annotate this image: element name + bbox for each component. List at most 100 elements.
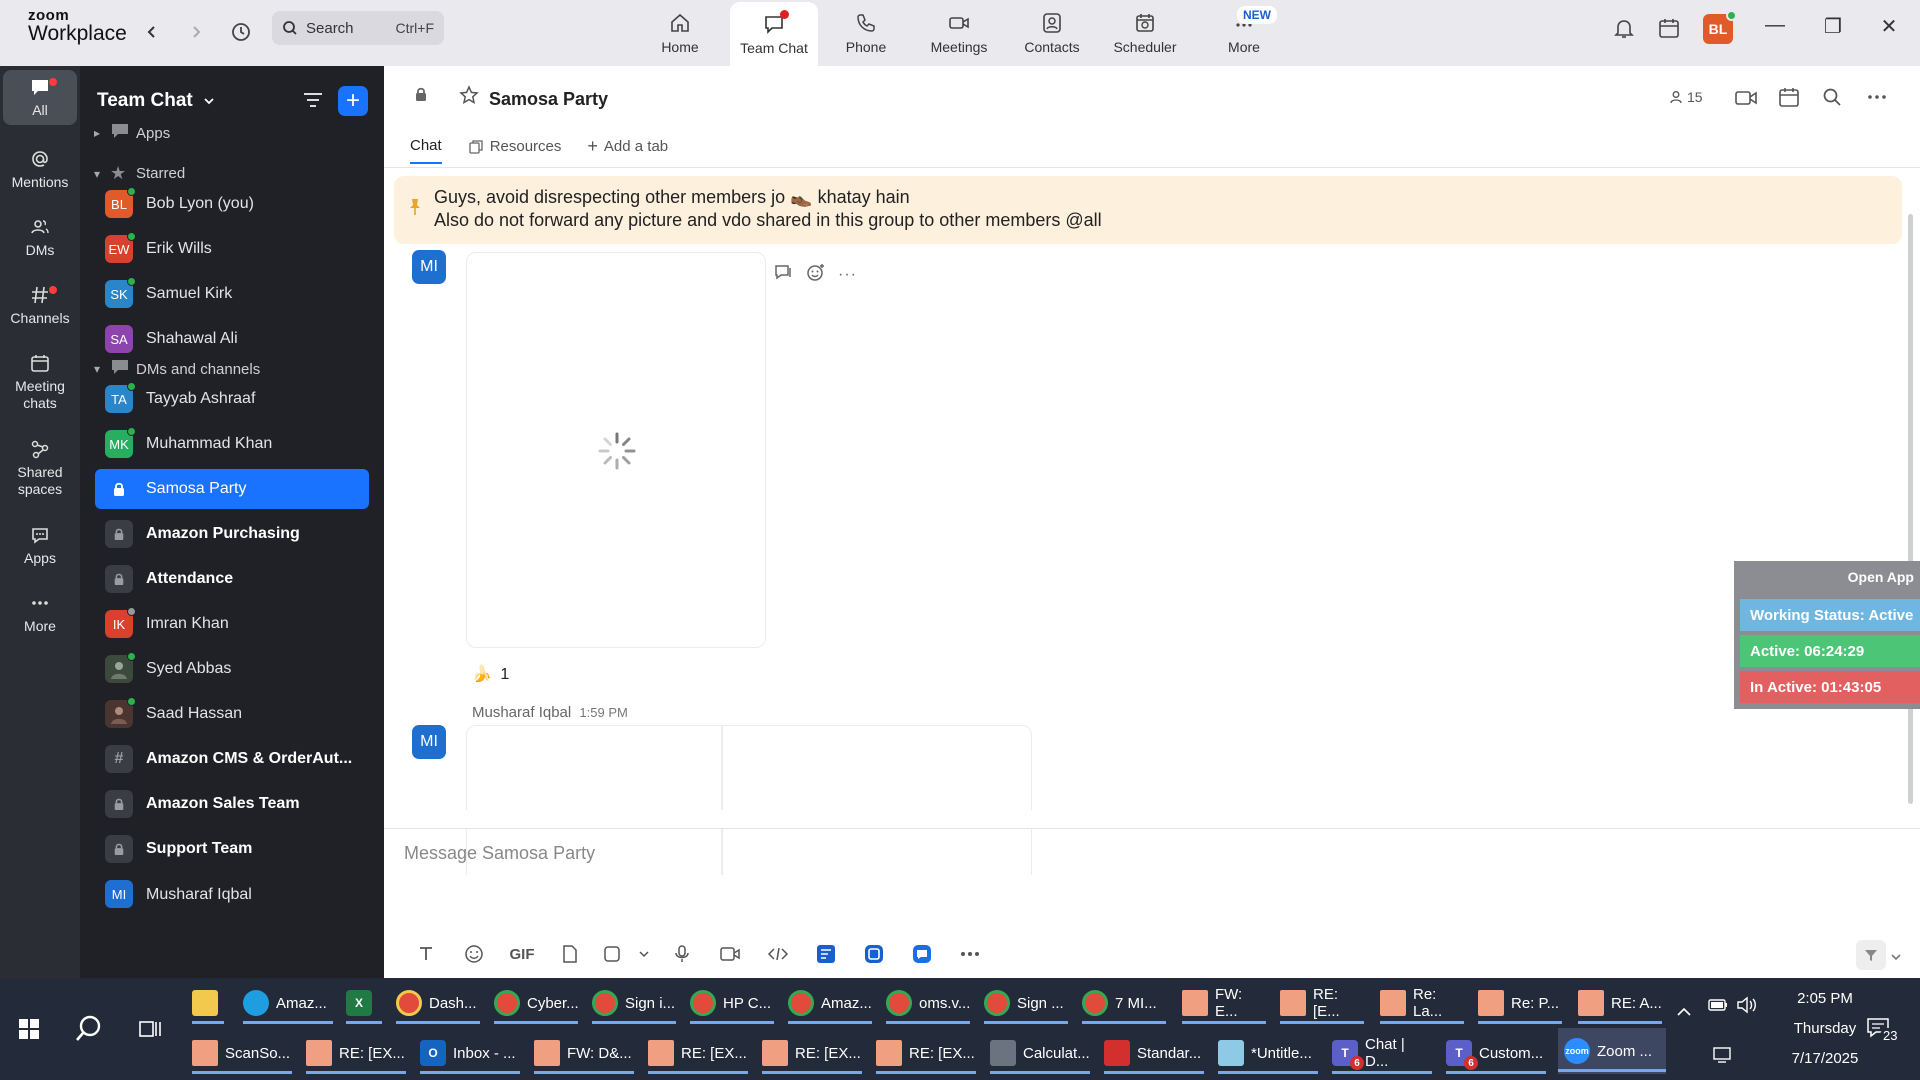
- search-box[interactable]: Search Ctrl+F: [272, 11, 444, 45]
- sender-name[interactable]: Musharaf Iqbal: [472, 704, 571, 721]
- rail-item-all[interactable]: All: [3, 70, 77, 125]
- task-mail-re-a[interactable]: RE: A...: [1578, 980, 1662, 1026]
- format-text-icon[interactable]: [402, 945, 450, 963]
- chevron-down-icon[interactable]: [1890, 950, 1902, 968]
- reaction-chip[interactable]: 🍌 1: [472, 664, 509, 684]
- rail-item-meeting-chats[interactable]: Meeting chats: [3, 352, 77, 412]
- notifications-bell-icon[interactable]: [1612, 16, 1636, 45]
- sidebar-item-shahawal-ali[interactable]: SA Shahawal Ali: [95, 319, 369, 359]
- message-avatar[interactable]: MI: [412, 725, 446, 759]
- rail-item-more[interactable]: More: [3, 592, 77, 635]
- add-reaction-icon[interactable]: [806, 262, 826, 287]
- app-icon-blue-1[interactable]: [802, 944, 850, 964]
- sidebar-title[interactable]: Team Chat: [97, 90, 215, 112]
- rail-item-dms[interactable]: DMs: [3, 216, 77, 259]
- app-icon-blue-3[interactable]: [898, 944, 946, 964]
- task-mail-fw[interactable]: FW: E...: [1182, 980, 1266, 1026]
- member-count-button[interactable]: 15: [1669, 89, 1703, 105]
- task-chrome-7mi[interactable]: 7 MI...: [1082, 980, 1166, 1026]
- rail-item-shared-spaces[interactable]: Shared spaces: [3, 438, 77, 498]
- pinned-message[interactable]: Guys, avoid disrespecting other members …: [394, 176, 1902, 244]
- sidebar-item-erik-wills[interactable]: EW Erik Wills: [95, 229, 369, 269]
- sidebar-item-imran-khan[interactable]: IK Imran Khan: [95, 604, 369, 644]
- sidebar-item-amazon-sales-team[interactable]: Amazon Sales Team: [95, 784, 369, 824]
- sidebar-item-support-team[interactable]: Support Team: [95, 829, 369, 869]
- section-starred[interactable]: ▾ ★ Starred: [94, 163, 185, 184]
- video-meeting-icon[interactable]: [1734, 88, 1758, 113]
- sidebar-item-amazon-cms[interactable]: # Amazon CMS & OrderAut...: [95, 739, 369, 779]
- sidebar-item-attendance[interactable]: Attendance: [95, 559, 369, 599]
- task-chrome-hp[interactable]: HP C...: [690, 980, 774, 1026]
- sidebar-item-samuel-kirk[interactable]: SK Samuel Kirk: [95, 274, 369, 314]
- task-chrome-dash[interactable]: Dash...: [396, 980, 480, 1026]
- task-mail-re-p[interactable]: Re: P...: [1478, 980, 1562, 1026]
- nav-tab-meetings[interactable]: Meetings: [915, 2, 1003, 64]
- reply-icon[interactable]: [774, 263, 794, 286]
- taskbar-search-icon[interactable]: [74, 1014, 104, 1049]
- nav-tab-team-chat[interactable]: Team Chat: [730, 2, 818, 66]
- battery-icon[interactable]: [1708, 998, 1728, 1016]
- search-icon[interactable]: [1822, 87, 1842, 112]
- video-message-icon[interactable]: [706, 945, 754, 963]
- task-mail-re-ex-1[interactable]: RE: [EX...: [306, 1030, 406, 1076]
- task-outlook-inbox[interactable]: O Inbox - ...: [420, 1030, 520, 1076]
- sidebar-item-muhammad-khan[interactable]: MK Muhammad Khan: [95, 424, 369, 464]
- rail-item-mentions[interactable]: Mentions: [3, 148, 77, 191]
- task-teams-custom[interactable]: T 6 Custom...: [1446, 1030, 1546, 1076]
- tab-add[interactable]: + Add a tab: [587, 136, 668, 165]
- image-attachment-loading[interactable]: [466, 252, 766, 648]
- gif-icon[interactable]: GIF: [498, 946, 546, 963]
- minimize-icon[interactable]: —: [1760, 14, 1790, 37]
- new-chat-plus-button[interactable]: +: [338, 86, 368, 116]
- screenshot-icon[interactable]: [594, 945, 630, 963]
- nav-tab-contacts[interactable]: Contacts: [1008, 2, 1096, 64]
- schedule-calendar-icon[interactable]: [1778, 86, 1800, 113]
- task-chrome-sign-in[interactable]: Sign i...: [592, 980, 676, 1026]
- tray-chevron-up-icon[interactable]: [1676, 1004, 1692, 1021]
- task-edge-amazon[interactable]: Amaz...: [243, 980, 333, 1026]
- open-app-button[interactable]: Open App: [1848, 569, 1914, 585]
- star-outline-icon[interactable]: [459, 85, 479, 110]
- scrollbar[interactable]: [1908, 214, 1913, 804]
- rail-item-apps[interactable]: Apps: [3, 524, 77, 567]
- send-options-icon[interactable]: [1856, 940, 1886, 970]
- code-snippet-icon[interactable]: [754, 946, 802, 962]
- calendar-icon[interactable]: [1657, 16, 1681, 45]
- section-dms-and-channels[interactable]: ▾ DMs and channels: [94, 358, 260, 380]
- task-mail-fw-d[interactable]: FW: D&...: [534, 1030, 634, 1076]
- task-mail-re-e[interactable]: RE: [E...: [1280, 980, 1364, 1026]
- task-view-icon[interactable]: [138, 1018, 162, 1045]
- notification-center-icon[interactable]: 23: [1866, 1016, 1901, 1044]
- task-mail-re-ex-4[interactable]: RE: [EX...: [876, 1030, 976, 1076]
- task-file-explorer[interactable]: [192, 980, 224, 1026]
- emoji-icon[interactable]: [450, 944, 498, 964]
- task-calculator[interactable]: Calculat...: [990, 1030, 1090, 1076]
- section-apps[interactable]: ▸ Apps: [94, 122, 170, 144]
- task-zoom[interactable]: zoom Zoom ...: [1558, 1028, 1666, 1074]
- sidebar-item-syed-abbas[interactable]: Syed Abbas: [95, 649, 369, 689]
- windows-start-icon[interactable]: [18, 1018, 40, 1045]
- app-icon-blue-2[interactable]: [850, 944, 898, 964]
- sidebar-item-tayyab-ashraaf[interactable]: TA Tayyab Ashraaf: [95, 379, 369, 419]
- tab-chat[interactable]: Chat: [410, 137, 442, 164]
- nav-tab-home[interactable]: Home: [636, 2, 724, 64]
- filter-icon[interactable]: [302, 90, 324, 115]
- clock-time[interactable]: 2:05 PM: [1778, 990, 1872, 1007]
- task-excel[interactable]: X: [346, 980, 382, 1026]
- nav-tab-phone[interactable]: Phone: [822, 2, 910, 64]
- task-chrome-sign[interactable]: Sign ...: [984, 980, 1068, 1026]
- restore-icon[interactable]: ❐: [1818, 14, 1848, 39]
- tab-resources[interactable]: Resources: [468, 138, 561, 163]
- user-avatar[interactable]: BL: [1703, 10, 1737, 44]
- message-avatar[interactable]: MI: [412, 250, 446, 284]
- more-options-icon[interactable]: [1866, 86, 1888, 113]
- history-icon[interactable]: [225, 16, 257, 48]
- task-chrome-amazon[interactable]: Amaz...: [788, 980, 872, 1026]
- forward-chevron-icon[interactable]: [180, 16, 212, 48]
- close-icon[interactable]: ✕: [1874, 14, 1904, 39]
- task-mail-re-ex-2[interactable]: RE: [EX...: [648, 1030, 748, 1076]
- more-dots-icon[interactable]: [946, 951, 994, 957]
- nav-tab-scheduler[interactable]: Scheduler: [1101, 2, 1189, 64]
- back-chevron-icon[interactable]: [136, 16, 168, 48]
- task-pdf-standard[interactable]: Standar...: [1104, 1030, 1204, 1076]
